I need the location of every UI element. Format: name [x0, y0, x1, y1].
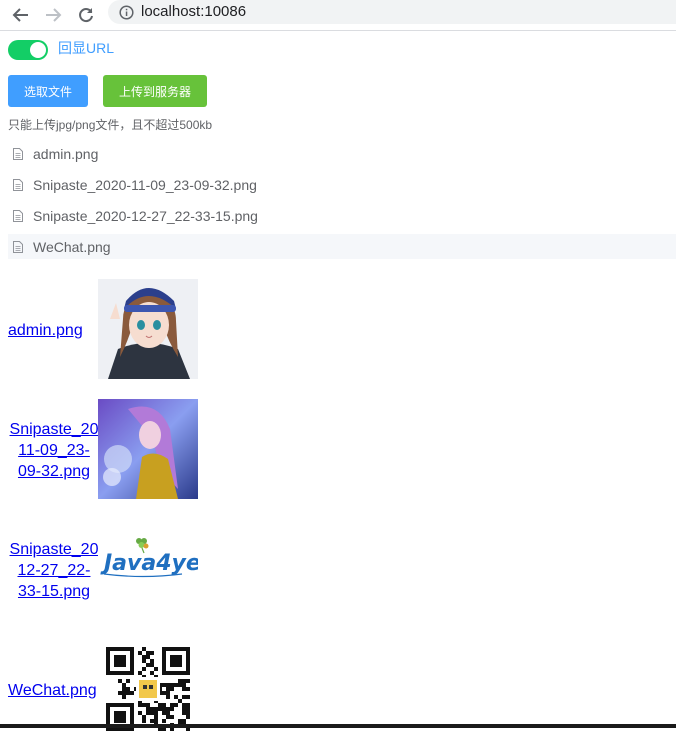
file-name: admin.png: [33, 145, 99, 162]
info-icon: [119, 5, 134, 20]
preview-link-line: Snipaste_20: [9, 541, 99, 558]
file-name: Snipaste_2020-11-09_23-09-32.png: [33, 176, 257, 193]
preview-link[interactable]: admin.png: [8, 320, 100, 341]
arrow-right-icon: [46, 8, 62, 22]
browser-toolbar: localhost:10086: [0, 0, 676, 31]
forward-button[interactable]: [40, 2, 66, 28]
preview-link-text: WeChat.png: [8, 682, 97, 699]
select-file-button[interactable]: 选取文件: [8, 75, 88, 107]
echo-url-switch[interactable]: [8, 40, 48, 60]
file-list-item[interactable]: Snipaste_2020-12-27_22-33-15.png: [8, 203, 676, 228]
arrow-left-icon: [12, 8, 28, 22]
preview-link-line: 09-32.png: [17, 463, 91, 480]
preview-link-line: Snipaste_20: [9, 421, 99, 438]
address-bar[interactable]: localhost:10086: [108, 0, 676, 24]
back-button[interactable]: [8, 2, 34, 28]
preview-link[interactable]: Snipaste_20 11-09_23- 09-32.png: [8, 419, 100, 482]
file-name: Snipaste_2020-12-27_22-33-15.png: [33, 207, 258, 224]
document-icon: [13, 209, 23, 222]
preview-link-line: 12-27_22-: [17, 562, 91, 579]
java4ye-logo: Java4ye: [98, 519, 198, 619]
upload-tip: 只能上传jpg/png文件，且不超过500kb: [8, 118, 213, 132]
document-icon: [13, 147, 23, 160]
preview-link[interactable]: WeChat.png: [8, 680, 98, 701]
reload-icon: [79, 8, 93, 23]
reload-button[interactable]: [73, 2, 99, 28]
switch-knob: [30, 42, 46, 58]
preview-link-text: admin.png: [8, 322, 83, 339]
anime-girl-thumbnail: [98, 279, 198, 379]
document-icon: [13, 240, 23, 253]
url-text: localhost:10086: [141, 3, 247, 20]
file-name: WeChat.png: [33, 238, 111, 255]
file-list-item[interactable]: Snipaste_2020-11-09_23-09-32.png: [8, 172, 676, 197]
preview-link-line: 11-09_23-: [18, 442, 90, 459]
fantasy-girl-thumbnail: [98, 399, 198, 499]
upload-to-server-button[interactable]: 上传到服务器: [103, 75, 207, 107]
preview-link[interactable]: Snipaste_20 12-27_22- 33-15.png: [8, 539, 100, 602]
preview-link-line: 33-15.png: [17, 583, 91, 600]
file-list-item[interactable]: admin.png: [8, 141, 676, 166]
file-list-item[interactable]: WeChat.png: [8, 234, 676, 259]
echo-url-label[interactable]: 回显URL: [58, 38, 114, 58]
document-icon: [13, 178, 23, 191]
svg-text:Java4ye: Java4ye: [100, 551, 198, 576]
window-bottom-edge: [0, 724, 676, 728]
